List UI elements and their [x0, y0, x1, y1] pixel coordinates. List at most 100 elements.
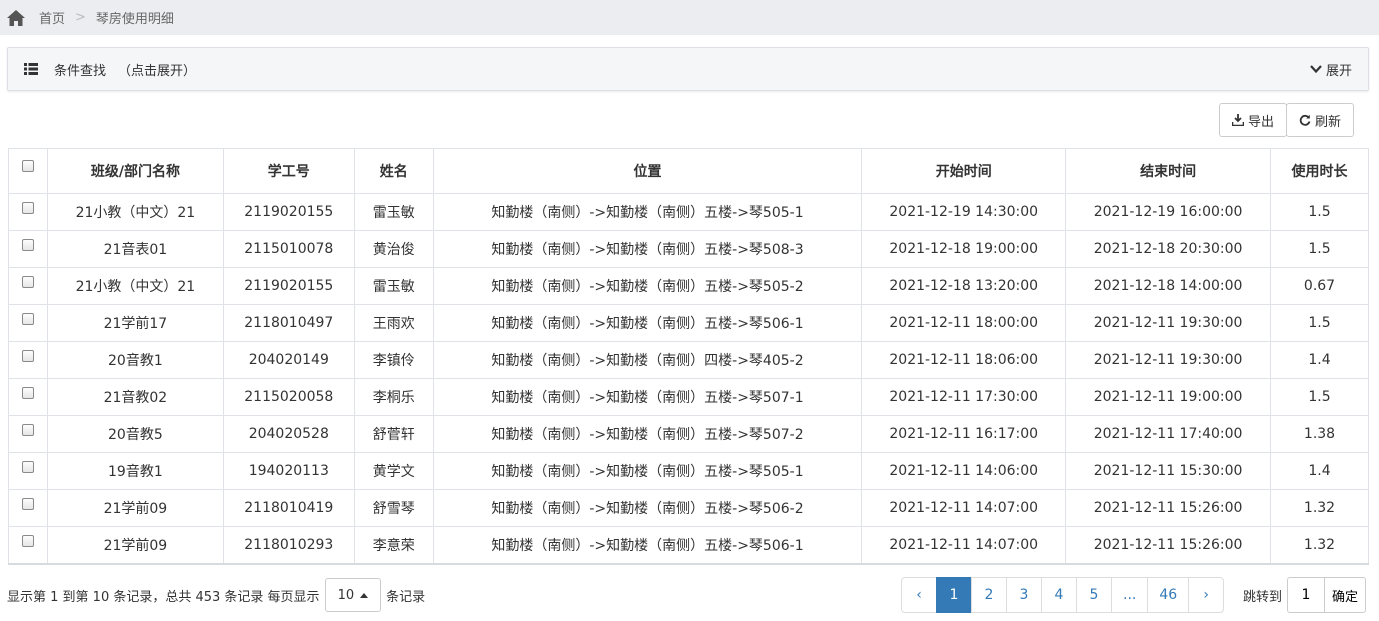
header-start-time[interactable]: 开始时间 — [861, 148, 1067, 194]
cell-duration: 1.32 — [1270, 526, 1369, 565]
cell-duration: 1.4 — [1270, 341, 1369, 379]
chevron-down-icon — [1310, 65, 1322, 74]
row-checkbox[interactable] — [21, 498, 34, 510]
page-size-select[interactable]: 10 — [324, 578, 382, 612]
table-row[interactable]: 20音教5 204020528 舒菅轩 知勤楼（南侧）->知勤楼（南侧）五楼->琴50… — [8, 415, 1369, 453]
row-select-cell[interactable] — [8, 526, 48, 565]
cell-duration: 1.5 — [1270, 304, 1369, 342]
refresh-icon — [1299, 114, 1311, 126]
table-row[interactable]: 21学前09 2118010293 李意荣 知勤楼（南侧）->知勤楼（南侧）五楼->琴… — [8, 526, 1369, 565]
cell-student-id: 194020113 — [222, 452, 355, 490]
cell-location: 知勤楼（南侧）->知勤楼（南侧）五楼->琴508-3 — [432, 230, 863, 268]
refresh-button[interactable]: 刷新 — [1285, 103, 1354, 137]
cell-name: 黄学文 — [353, 452, 434, 490]
page-5[interactable]: 5 — [1076, 577, 1112, 613]
page-4[interactable]: 4 — [1041, 577, 1077, 613]
row-select-cell[interactable] — [8, 267, 48, 305]
cell-end-time: 2021-12-11 15:26:00 — [1065, 526, 1272, 565]
table-row[interactable]: 21学前09 2118010419 舒雪琴 知勤楼（南侧）->知勤楼（南侧）五楼->琴… — [8, 489, 1369, 527]
header-duration[interactable]: 使用时长 — [1270, 148, 1369, 194]
cell-class: 20音教1 — [46, 341, 224, 379]
breadcrumb-home[interactable]: 首页 — [39, 8, 65, 27]
header-class[interactable]: 班级/部门名称 — [46, 148, 224, 194]
refresh-label: 刷新 — [1314, 114, 1341, 130]
cell-duration: 1.38 — [1270, 415, 1369, 453]
header-student-id[interactable]: 学工号 — [222, 148, 355, 194]
cell-student-id: 204020149 — [222, 341, 355, 379]
cell-location: 知勤楼（南侧）->知勤楼（南侧）五楼->琴506-2 — [432, 489, 863, 527]
select-all-checkbox[interactable] — [21, 160, 34, 172]
row-checkbox[interactable] — [21, 350, 34, 362]
select-all-cell[interactable] — [8, 148, 48, 194]
row-select-cell[interactable] — [8, 378, 48, 416]
cell-class: 21学前17 — [46, 304, 224, 342]
export-button[interactable]: 导出 — [1218, 103, 1287, 137]
prev-page-button[interactable]: ‹ — [901, 577, 937, 613]
usage-table: 班级/部门名称 学工号 姓名 位置 开始时间 结束时间 使用时长 21小教（中文… — [8, 148, 1369, 565]
table-row[interactable]: 21音教02 2115020058 李桐乐 知勤楼（南侧）->知勤楼（南侧）五楼->琴… — [8, 378, 1369, 416]
cell-class: 21学前09 — [46, 526, 224, 565]
row-select-cell[interactable] — [8, 230, 48, 268]
page-3[interactable]: 3 — [1006, 577, 1042, 613]
cell-name: 舒雪琴 — [353, 489, 434, 527]
row-checkbox[interactable] — [21, 424, 34, 436]
cell-location: 知勤楼（南侧）->知勤楼（南侧）五楼->琴505-2 — [432, 267, 863, 305]
cell-class: 21音表01 — [46, 230, 224, 268]
breadcrumb: 首页 > 琴房使用明细 — [0, 0, 1379, 35]
cell-start-time: 2021-12-18 19:00:00 — [861, 230, 1067, 268]
expand-toggle[interactable]: 展开 — [1310, 60, 1352, 79]
cell-start-time: 2021-12-11 14:06:00 — [861, 452, 1067, 490]
next-page-button[interactable]: › — [1188, 577, 1225, 613]
page-2[interactable]: 2 — [971, 577, 1007, 613]
cell-location: 知勤楼（南侧）->知勤楼（南侧）五楼->琴506-1 — [432, 526, 863, 565]
cell-name: 李镇伶 — [353, 341, 434, 379]
page-ellipsis: ... — [1111, 577, 1149, 613]
cell-duration: 1.5 — [1270, 193, 1369, 231]
cell-student-id: 2118010497 — [222, 304, 355, 342]
jump-confirm-button[interactable]: 确定 — [1325, 577, 1367, 613]
table-row[interactable]: 21小教（中文）21 2119020155 雷玉敏 知勤楼（南侧）->知勤楼（南侧）五… — [8, 267, 1369, 305]
home-icon[interactable] — [6, 9, 26, 27]
list-icon — [24, 63, 38, 75]
cell-student-id: 2119020155 — [222, 267, 355, 305]
page-46[interactable]: 46 — [1147, 577, 1190, 613]
row-checkbox[interactable] — [21, 276, 34, 288]
table-row[interactable]: 20音教1 204020149 李镇伶 知勤楼（南侧）->知勤楼（南侧）四楼->琴40… — [8, 341, 1369, 379]
table-row[interactable]: 21学前17 2118010497 王雨欢 知勤楼（南侧）->知勤楼（南侧）五楼->琴… — [8, 304, 1369, 342]
row-select-cell[interactable] — [8, 304, 48, 342]
table-row[interactable]: 19音教1 194020113 黄学文 知勤楼（南侧）->知勤楼（南侧）五楼->琴50… — [8, 452, 1369, 490]
row-select-cell[interactable] — [8, 415, 48, 453]
cell-name: 舒菅轩 — [353, 415, 434, 453]
page-jump: 跳转到 确定 — [1243, 577, 1367, 613]
header-location[interactable]: 位置 — [432, 148, 863, 194]
cell-duration: 1.5 — [1270, 378, 1369, 416]
row-select-cell[interactable] — [8, 193, 48, 231]
table-row[interactable]: 21音表01 2115010078 黄治俊 知勤楼（南侧）->知勤楼（南侧）五楼->琴… — [8, 230, 1369, 268]
row-checkbox[interactable] — [21, 461, 34, 473]
cell-location: 知勤楼（南侧）->知勤楼（南侧）五楼->琴506-1 — [432, 304, 863, 342]
jump-page-input[interactable] — [1287, 577, 1326, 613]
header-end-time[interactable]: 结束时间 — [1065, 148, 1272, 194]
cell-end-time: 2021-12-11 19:30:00 — [1065, 304, 1272, 342]
cell-start-time: 2021-12-11 14:07:00 — [861, 489, 1067, 527]
filter-title: 条件查找 — [54, 63, 107, 79]
filter-panel[interactable]: 条件查找 （点击展开） 展开 — [7, 47, 1369, 91]
cell-start-time: 2021-12-11 18:06:00 — [861, 341, 1067, 379]
row-checkbox[interactable] — [21, 202, 34, 214]
row-select-cell[interactable] — [8, 489, 48, 527]
row-select-cell[interactable] — [8, 341, 48, 379]
table-row[interactable]: 21小教（中文）21 2119020155 雷玉敏 知勤楼（南侧）->知勤楼（南侧）五… — [8, 193, 1369, 231]
row-checkbox[interactable] — [21, 239, 34, 251]
pagination: ‹ 1 2 3 4 5... 46 › — [901, 577, 1225, 613]
row-select-cell[interactable] — [8, 452, 48, 490]
cell-student-id: 2118010419 — [222, 489, 355, 527]
cell-student-id: 2118010293 — [222, 526, 355, 565]
header-name[interactable]: 姓名 — [353, 148, 434, 194]
cell-start-time: 2021-12-11 16:17:00 — [861, 415, 1067, 453]
row-checkbox[interactable] — [21, 387, 34, 399]
filter-hint: （点击展开） — [118, 63, 197, 79]
row-checkbox[interactable] — [21, 534, 34, 547]
row-checkbox[interactable] — [21, 313, 34, 325]
page-1[interactable]: 1 — [936, 577, 972, 613]
cell-name: 李桐乐 — [353, 378, 434, 416]
